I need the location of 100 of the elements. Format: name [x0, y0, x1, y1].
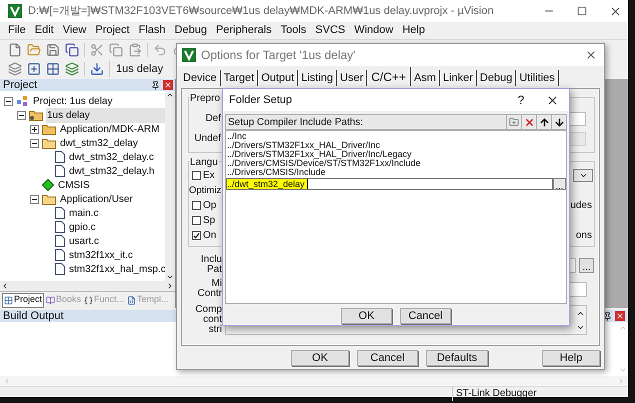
checkbox-label: On [203, 229, 216, 243]
grid-icon[interactable] [46, 62, 60, 76]
braces-icon [84, 296, 94, 304]
tab[interactable]: Device [180, 70, 221, 86]
menu-item[interactable]: Flash [134, 22, 170, 39]
browse-button[interactable]: ... [553, 178, 566, 190]
checkbox[interactable] [192, 231, 201, 240]
tree-item[interactable]: 1us delay [46, 108, 165, 122]
collapse-icon[interactable] [16, 110, 26, 120]
group-legend: Prepro [189, 91, 222, 106]
maximize-icon[interactable] [577, 6, 587, 16]
menu-item[interactable]: Window [350, 22, 398, 39]
menu-item[interactable]: Edit [30, 22, 58, 39]
panel-tab[interactable]: Project [2, 292, 44, 308]
dialog-button[interactable]: OK [291, 350, 349, 366]
tree-item[interactable]: stm32f1xx_it.c [68, 248, 165, 262]
download-icon[interactable] [90, 62, 104, 76]
path-item[interactable]: ../Inc [226, 132, 566, 141]
tree-item[interactable]: main.c [68, 206, 165, 220]
new-folder-icon[interactable] [509, 117, 519, 127]
add-icon[interactable] [27, 62, 41, 76]
file-icon [55, 151, 65, 163]
tree-item[interactable]: dwt_stm32_delay.h [68, 164, 165, 178]
pin-icon[interactable] [603, 312, 612, 320]
tree-item[interactable]: dwt_stm32_delay.c [68, 150, 165, 164]
checkbox[interactable] [192, 201, 201, 210]
checkbox-label: Sp [203, 214, 216, 228]
scroll-right-icon[interactable] [166, 282, 174, 290]
tab[interactable]: Linker [440, 70, 477, 86]
scroll-left-icon[interactable] [1, 282, 9, 290]
expand-icon[interactable] [30, 124, 38, 134]
project-icon [16, 95, 29, 107]
tree-item[interactable]: Application/MDK-ARM [59, 122, 165, 136]
target-dropdown[interactable]: 1us delay [109, 60, 164, 78]
dialog-button[interactable]: OK [341, 308, 392, 324]
tab[interactable]: Utilities [516, 70, 559, 86]
layers-icon[interactable] [8, 62, 22, 76]
folder-icon [42, 194, 56, 204]
arrow-up-icon[interactable] [538, 116, 550, 128]
tab[interactable]: Output [258, 70, 298, 86]
tree-item[interactable]: stm32f1xx_hal_msp.c [68, 262, 165, 276]
menu-item[interactable]: Debug [170, 22, 211, 39]
file-icon [55, 221, 65, 233]
dialog-button[interactable]: Cancel [357, 350, 418, 366]
collapse-icon[interactable] [30, 194, 38, 204]
file-code-icon [127, 296, 136, 304]
scroll-up-icon[interactable] [166, 91, 174, 99]
checkbox-label: udes [570, 199, 592, 213]
tree-item[interactable]: Project: 1us delay [32, 94, 165, 108]
list-label: Setup Compiler Include Paths: [228, 116, 364, 130]
close-icon[interactable] [585, 49, 597, 61]
book-icon [46, 296, 56, 304]
menu-item[interactable]: Tools [276, 22, 310, 39]
checkbox-label: ons [576, 229, 592, 243]
tab[interactable]: Listing [298, 70, 338, 86]
dialog-button[interactable]: Help [542, 350, 600, 366]
tree-item[interactable]: Application/User [59, 192, 165, 206]
path-item[interactable]: ../Drivers/STM32F1xx_HAL_Driver/Inc/Legacy [226, 150, 566, 159]
path-item[interactable]: ../Drivers/CMSIS/Include [226, 168, 566, 177]
menu-item[interactable]: Peripherals [212, 22, 276, 39]
app-logo-icon [8, 4, 22, 18]
browse-button[interactable]: ... [579, 258, 594, 272]
help-button[interactable]: ? [514, 91, 528, 109]
new-file-icon[interactable] [8, 42, 22, 56]
tree-item[interactable]: gpio.c [68, 220, 165, 234]
path-item[interactable]: ../Drivers/STM32F1xx_HAL_Driver/Inc [226, 141, 566, 150]
menu-item[interactable]: Project [91, 22, 134, 39]
menu-item[interactable]: View [58, 22, 90, 39]
menu-item[interactable]: File [4, 22, 30, 39]
input-field[interactable]: ../dwt_stm32_delay [226, 178, 553, 190]
tab[interactable]: Asm [410, 70, 440, 86]
close-icon[interactable] [609, 4, 622, 18]
dialog-button[interactable]: Defaults [426, 350, 488, 366]
menu-item[interactable]: Help [398, 22, 429, 39]
path-item[interactable]: ../Drivers/CMSIS/Device/ST/STM32F1xx/Include [226, 159, 566, 168]
save-icon[interactable] [46, 42, 60, 56]
tree-item[interactable]: usart.c [68, 234, 165, 248]
collapse-icon[interactable] [30, 138, 38, 148]
menu-item[interactable]: SVCS [311, 22, 350, 39]
tab[interactable]: Debug [476, 70, 516, 86]
delete-icon[interactable] [524, 116, 534, 128]
checkbox[interactable] [192, 171, 201, 180]
field-label: Contr [198, 289, 222, 299]
close-icon[interactable] [546, 94, 559, 106]
scroll-down-icon[interactable] [166, 273, 174, 281]
dropdown[interactable] [573, 169, 593, 182]
file-icon [55, 165, 65, 177]
scrollbar[interactable] [0, 281, 175, 291]
tree-item[interactable]: CMSIS [57, 178, 165, 192]
tree-item[interactable]: dwt_stm32_delay [59, 136, 165, 150]
save-all-icon[interactable] [65, 42, 79, 56]
stack-icon[interactable] [65, 62, 79, 76]
tab[interactable]: Target [220, 70, 258, 86]
scrollbar[interactable] [165, 91, 175, 281]
arrow-down-icon[interactable] [554, 116, 564, 128]
pin-icon[interactable] [151, 80, 160, 90]
checkbox[interactable] [192, 216, 201, 225]
collapse-icon[interactable] [4, 96, 12, 106]
field-label: Undef [193, 132, 221, 146]
dialog-button[interactable]: Cancel [400, 308, 451, 324]
